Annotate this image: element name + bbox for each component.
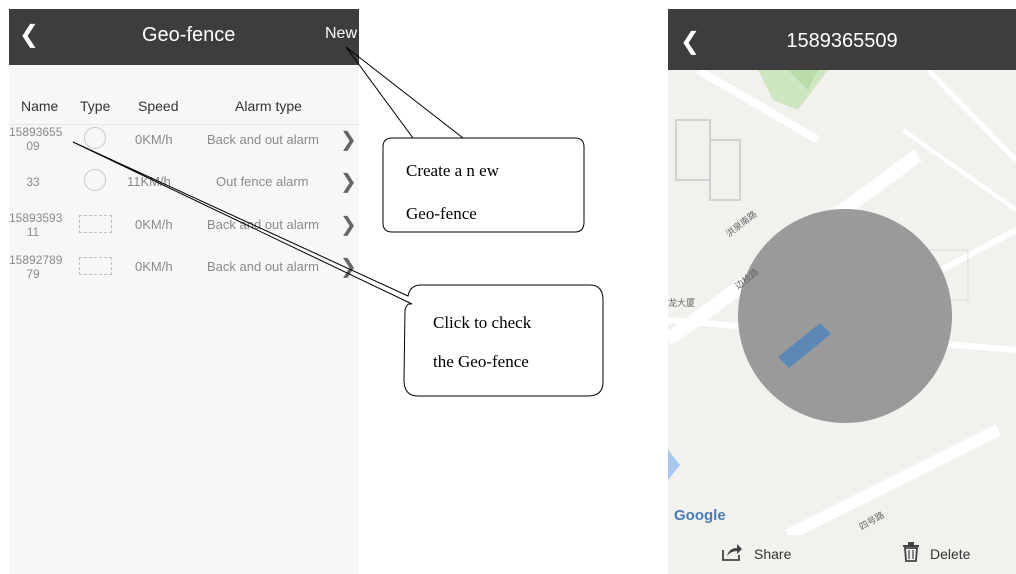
share-icon (722, 544, 742, 561)
delete-button[interactable]: Delete (930, 546, 970, 562)
trash-icon (903, 542, 919, 562)
callout-check-line2: the Geo-fence (433, 352, 529, 371)
map-view[interactable] (668, 70, 1016, 535)
callout-check-line1: Click to check (433, 313, 532, 332)
fence-circle (738, 209, 952, 423)
google-logo: Google (674, 507, 726, 524)
top-bar: ❮ 1589365509 (668, 9, 1016, 70)
device-title: 1589365509 (786, 30, 898, 52)
geofence-detail-screen: ❮ 1589365509 洪泉南路 边检路 龙大厦 四号路 Google Sha… (668, 9, 1016, 574)
map-place-label: 龙大厦 (668, 299, 696, 309)
callout-new-line2: Geo-fence (406, 204, 477, 223)
share-button[interactable]: Share (754, 546, 791, 562)
callout-new-line1: Create a n ew (406, 161, 499, 180)
